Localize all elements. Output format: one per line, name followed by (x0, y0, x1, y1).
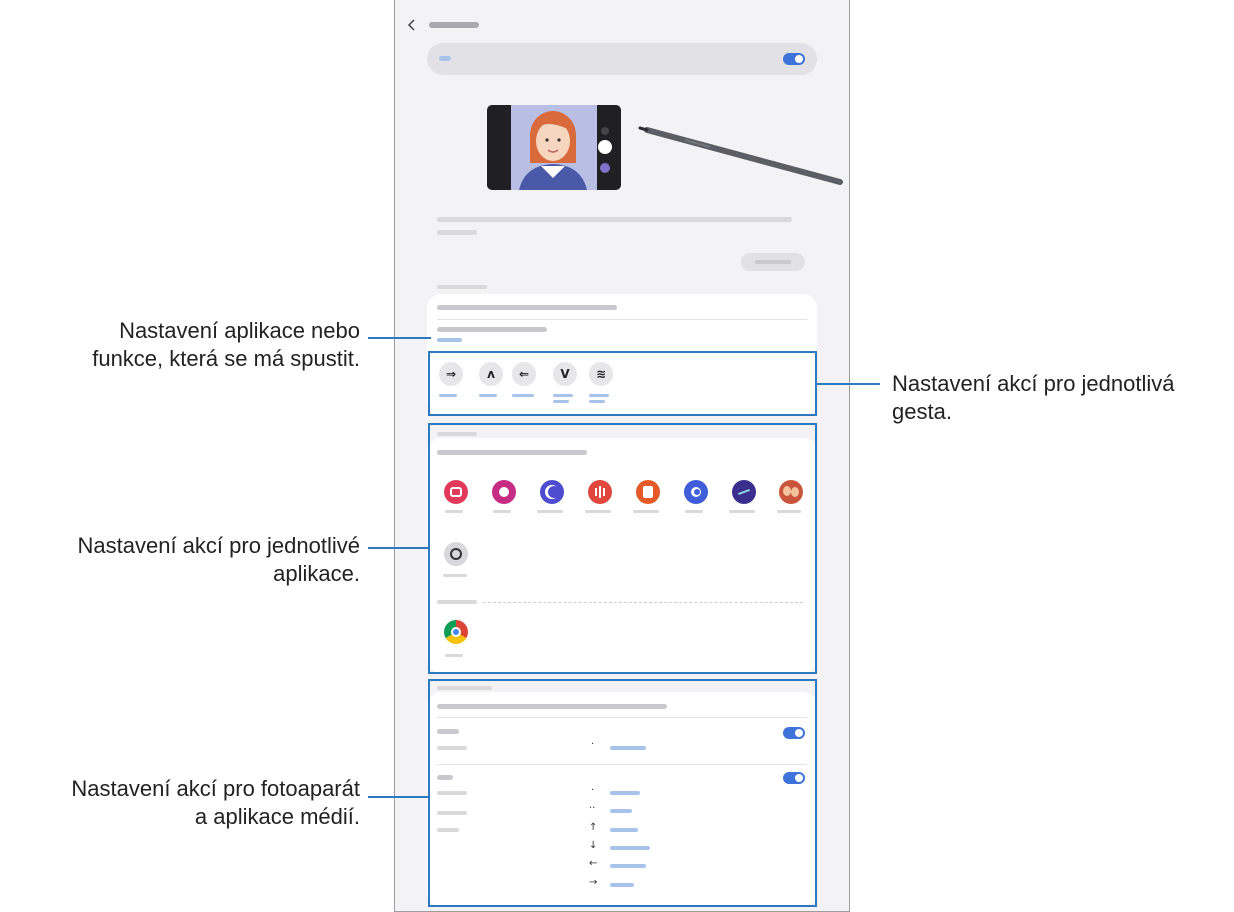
app-launch-value (437, 338, 462, 342)
back-button[interactable] (405, 18, 419, 32)
app-launch-setting[interactable] (437, 327, 547, 332)
master-switch-label (439, 56, 451, 61)
app-actions-callout: Nastavení akcí pro jednotlivé aplikace. (77, 533, 361, 586)
media-actions-highlight (428, 679, 817, 907)
app-launch-leader (368, 337, 431, 339)
screen-title (429, 22, 479, 28)
illustration (487, 105, 843, 190)
section-header-air-actions (437, 285, 487, 289)
master-switch-row[interactable] (427, 43, 817, 75)
gesture-actions-callout: Nastavení akcí pro jednotlivá gesta. (892, 371, 1175, 424)
description-text (437, 217, 792, 222)
media-actions-leader (368, 796, 428, 798)
app-actions-highlight (428, 423, 817, 674)
anywhere-actions-title (437, 305, 617, 310)
master-toggle[interactable] (783, 53, 805, 65)
gesture-actions-leader (817, 383, 880, 385)
app-launch-callout: Nastavení aplikace nebo funkce, která se… (92, 318, 360, 371)
learn-more-button[interactable] (741, 253, 805, 271)
app-actions-leader (368, 547, 428, 549)
media-actions-callout: Nastavení akcí pro fotoaparát a aplikace… (71, 776, 360, 829)
gesture-actions-highlight (428, 351, 817, 416)
chevron-left-icon (407, 19, 415, 31)
